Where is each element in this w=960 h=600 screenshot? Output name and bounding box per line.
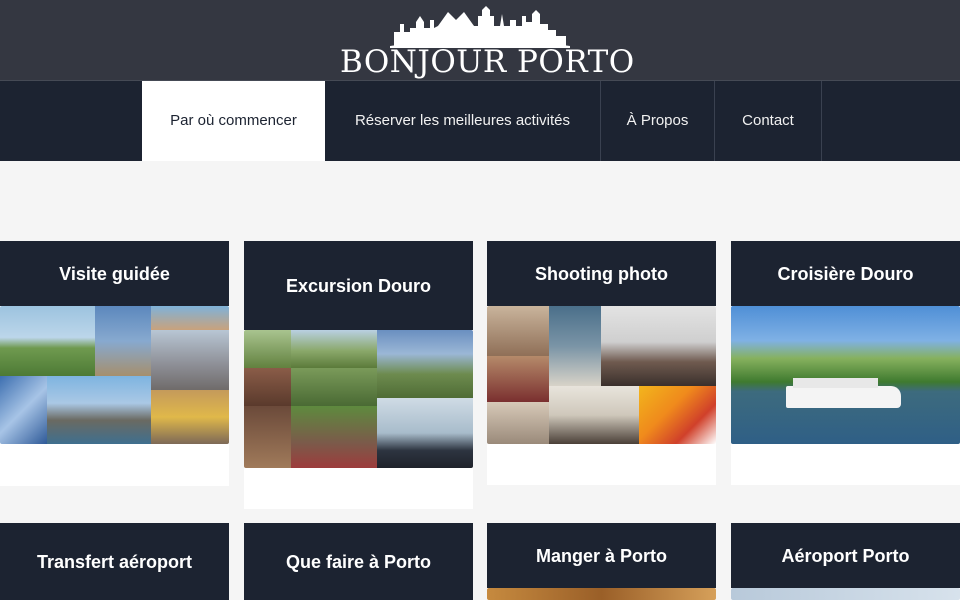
card-title: Croisière Douro	[731, 241, 960, 306]
card-title: Shooting photo	[487, 241, 716, 306]
nav-item-reserver-activites[interactable]: Réserver les meilleures activités	[325, 81, 600, 161]
card-excursion-douro[interactable]: Excursion Douro	[244, 241, 473, 509]
cruise-ship	[786, 386, 901, 408]
photo-tile	[731, 306, 960, 444]
card-shooting-photo[interactable]: Shooting photo	[487, 241, 716, 485]
card-image-photo-session[interactable]	[487, 306, 716, 444]
card-manger-porto[interactable]: Manger à Porto	[487, 523, 716, 600]
photo-tile	[47, 376, 151, 444]
card-title: Visite guidée	[0, 241, 229, 306]
card-visite-guidee[interactable]: Visite guidée	[0, 241, 229, 486]
card-aeroport-porto[interactable]: Aéroport Porto	[731, 523, 960, 600]
card-que-faire-porto[interactable]: Que faire à Porto	[244, 523, 473, 600]
photo-tile	[291, 406, 377, 468]
nav-item-par-ou-commencer[interactable]: Par où commencer	[142, 81, 325, 161]
photo-tile	[291, 368, 377, 406]
porto-skyline-icon	[390, 6, 570, 48]
photo-tile	[244, 406, 291, 468]
photo-tile	[244, 368, 291, 406]
photo-tile	[0, 376, 47, 444]
nav-item-a-propos[interactable]: À Propos	[601, 81, 714, 161]
cruise-ship-deck	[793, 378, 878, 388]
logo-text: BONJOUR PORTO	[340, 44, 635, 80]
photo-tile	[487, 356, 549, 402]
photo-tile	[377, 398, 473, 468]
photo-tile	[549, 306, 601, 386]
photo-tile	[377, 330, 473, 398]
card-title: Manger à Porto	[487, 523, 716, 588]
photo-tile	[151, 330, 229, 390]
card-title: Aéroport Porto	[731, 523, 960, 588]
card-image-airport[interactable]	[731, 588, 960, 600]
card-image-douro-cruise[interactable]	[731, 306, 960, 444]
photo-tile	[244, 330, 291, 368]
main-nav: Par où commencer Réserver les meilleures…	[0, 80, 960, 161]
photo-tile	[151, 306, 229, 330]
photo-tile	[95, 306, 151, 376]
photo-tile	[487, 306, 549, 356]
photo-tile	[0, 306, 95, 376]
photo-tile	[291, 330, 377, 368]
photo-tile	[487, 402, 549, 444]
card-transfert-aeroport[interactable]: Transfert aéroport	[0, 523, 229, 600]
site-logo[interactable]: BONJOUR PORTO	[340, 2, 635, 80]
card-image-douro-valley[interactable]	[244, 330, 473, 468]
card-title: Excursion Douro	[244, 241, 473, 330]
card-title: Que faire à Porto	[244, 523, 473, 600]
nav-divider	[821, 81, 822, 161]
photo-tile	[151, 390, 229, 444]
site-header: BONJOUR PORTO	[0, 0, 960, 80]
card-croisiere-douro[interactable]: Croisière Douro	[731, 241, 960, 485]
nav-item-contact[interactable]: Contact	[715, 81, 821, 161]
photo-tile	[639, 386, 716, 444]
photo-tile	[549, 386, 639, 444]
card-image-food[interactable]	[487, 588, 716, 600]
card-title: Transfert aéroport	[0, 523, 229, 600]
card-image-porto-landmarks[interactable]	[0, 306, 229, 444]
photo-tile	[601, 306, 716, 386]
